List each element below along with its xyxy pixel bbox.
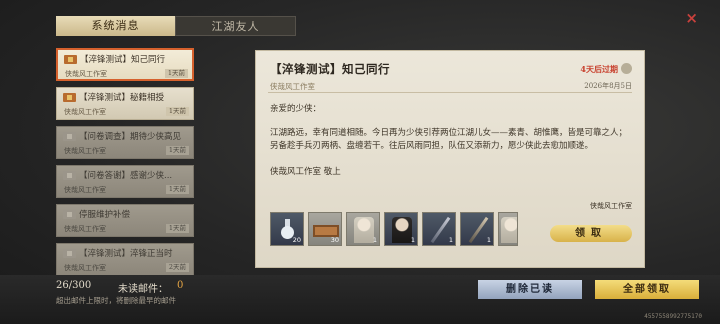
mail-title: 【淬锋测试】秘籍相授 [79,93,165,103]
tab-bar: 系统消息 江湖友人 [56,16,296,36]
mail-item[interactable]: 【问卷调查】期待少侠高见 侠哉风工作室 1天前 [56,126,194,159]
mail-sender: 侠哉风工作室 [64,225,106,233]
reward-item[interactable]: 30 [308,212,342,246]
reward-item[interactable] [498,212,518,246]
reward-item[interactable]: 20 [270,212,304,246]
reward-qty: 1 [448,236,453,244]
mail-gift-icon [64,55,77,64]
mail-item[interactable]: 【问卷答谢】感谢少侠... 侠哉风工作室 1天前 [56,165,194,198]
mail-item[interactable]: 停服维护补偿 侠哉风工作室 1天前 [56,204,194,237]
clock-icon [621,63,632,74]
mail-read-icon [63,210,76,219]
mail-signature: 侠哉风工作室 [590,202,632,210]
reward-qty: 1 [486,236,491,244]
reward-item[interactable]: 1 [384,212,418,246]
blade-icon [468,216,489,244]
mail-sign: 侠哉风工作室 敬上 [270,166,341,177]
mail-detail-panel: 【淬锋测试】知己同行 4天后过期 侠哉风工作室 2026年8月5日 亲爱的少侠：… [255,50,645,268]
unread-label: 未读邮件： [118,284,168,295]
tab-friends[interactable]: 江湖友人 [175,16,296,36]
mail-title: 【淬锋测试】知己同行 [80,55,166,65]
reward-qty: 1 [410,236,415,244]
footer-bar: 26/300 未读邮件： 0 超出邮件上限时，将删除最早的邮件 删除已读 全部领… [0,275,720,324]
close-icon[interactable]: × [685,9,698,27]
portrait-icon [501,217,517,243]
tab-system-messages[interactable]: 系统消息 [56,16,175,36]
reward-list: 20 30 1 1 1 1 [270,212,518,246]
portrait-icon [392,217,412,243]
mail-days: 1天前 [165,107,189,116]
reward-item[interactable]: 1 [346,212,380,246]
reward-item[interactable]: 1 [422,212,456,246]
mail-greeting: 亲爱的少侠： [270,104,322,114]
divider [268,92,632,93]
mail-days: 1天前 [164,69,188,78]
claim-button[interactable]: 领取 [550,225,632,242]
mail-days: 1天前 [165,146,189,155]
unread-count: 0 [177,280,184,291]
mail-item[interactable]: 【淬锋测试】知己同行 侠哉风工作室 1天前 [56,48,194,81]
expire-label: 4天后过期 [580,64,618,74]
reward-qty: 1 [372,236,377,244]
portrait-icon [354,217,374,243]
mail-limit-note: 超出邮件上限时，将删除最早的邮件 [56,296,176,305]
mail-gift-icon [63,93,76,102]
mail-title: 停服维护补偿 [79,210,131,220]
mail-sender: 侠哉风工作室 [65,70,107,78]
reward-qty: 20 [292,236,301,244]
mail-read-icon [63,171,76,180]
mail-list: 【淬锋测试】知己同行 侠哉风工作室 1天前 【淬锋测试】秘籍相授 侠哉风工作室 … [56,48,194,282]
mail-detail-date: 2026年8月5日 [584,82,632,90]
mail-days: 2天前 [165,263,189,272]
mail-title: 【问卷答谢】感谢少侠... [79,171,173,181]
mail-body-text: 江湖路远，幸有同道相随。今日再为少侠引荐两位江湖儿女——素青、胡惟鹰，皆是可靠之… [270,127,628,152]
mail-item[interactable]: 【淬锋测试】淬锋正当时 侠哉风工作室 2天前 [56,243,194,276]
mail-read-icon [63,132,76,141]
mail-item[interactable]: 【淬锋测试】秘籍相授 侠哉风工作室 1天前 [56,87,194,120]
mail-body: 亲爱的少侠： 江湖路远，幸有同道相随。今日再为少侠引荐两位江湖儿女——素青、胡惟… [270,103,630,179]
mail-count: 26/300 [56,280,92,291]
mail-detail-sender: 侠哉风工作室 [270,82,315,91]
player-uid: 4557558992775170 [644,313,702,320]
mail-days: 1天前 [165,185,189,194]
reward-qty: 30 [330,236,339,244]
mail-read-icon [63,249,76,258]
mail-days: 1天前 [165,224,189,233]
mail-detail-title: 【淬锋测试】知己同行 [270,62,390,76]
mail-title: 【问卷调查】期待少侠高见 [79,132,182,142]
delete-read-button[interactable]: 删除已读 [478,280,582,299]
mail-sender: 侠哉风工作室 [64,264,106,272]
claim-all-button[interactable]: 全部领取 [595,280,699,299]
mail-sender: 侠哉风工作室 [64,186,106,194]
reward-item[interactable]: 1 [460,212,494,246]
mail-sender: 侠哉风工作室 [64,147,106,155]
mail-title: 【淬锋测试】淬锋正当时 [79,249,173,259]
blade-icon [430,216,451,244]
mail-sender: 侠哉风工作室 [64,108,106,116]
